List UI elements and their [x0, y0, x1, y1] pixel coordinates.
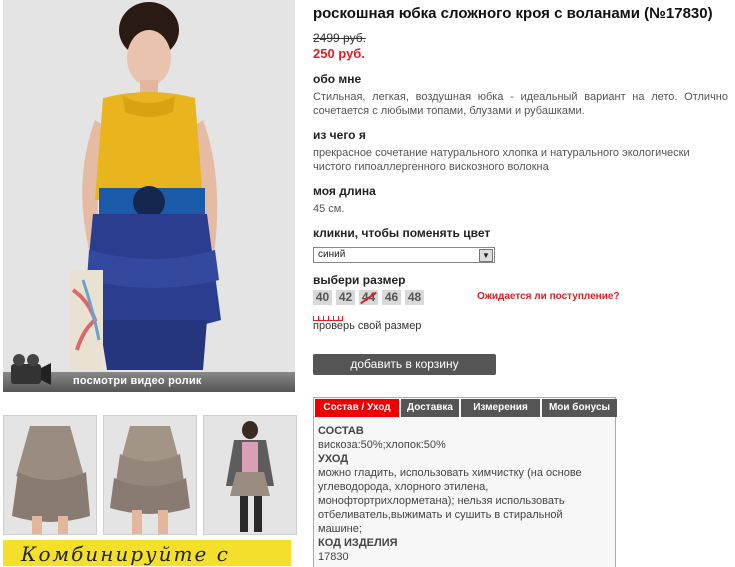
product-info-tabs: Состав / Уход Доставка Измерения Мои бон… — [313, 397, 617, 567]
tab-measurements[interactable]: Измерения — [461, 399, 540, 417]
size-heading: выбери размер — [313, 273, 406, 287]
product-title: роскошная юбка сложного кроя с воланами … — [313, 5, 713, 22]
current-price: 250 руб. — [313, 46, 365, 61]
size-option-46[interactable]: 46 — [382, 290, 401, 305]
tab-content: СОСТАВ вискоза:50%;хлопок:50% УХОД можно… — [318, 424, 608, 564]
watch-video-button[interactable]: посмотри видео ролик — [3, 354, 295, 392]
check-size-link[interactable]: проверь свой размер — [313, 320, 421, 332]
length-value: 45 см. — [313, 203, 345, 215]
length-heading: моя длина — [313, 184, 376, 198]
old-price: 2499 руб. — [313, 31, 366, 45]
size-option-44-unavailable: 44 — [359, 290, 378, 305]
thumbnail-3[interactable] — [203, 415, 297, 535]
color-heading: кликни, чтобы поменять цвет — [313, 226, 491, 240]
add-to-cart-button[interactable]: добавить в корзину — [313, 354, 496, 375]
promo-banner[interactable]: Комбинируйте с блузами — [3, 540, 291, 566]
composition-text: вискоза:50%;хлопок:50% — [318, 439, 446, 451]
skirt-thumbnail-image — [4, 416, 96, 534]
thumbnail-1[interactable] — [3, 415, 97, 535]
tab-bar: Состав / Уход Доставка Измерения Мои бон… — [315, 399, 617, 417]
size-options: 40 42 44 46 48 — [313, 290, 424, 305]
composition-heading: СОСТАВ — [318, 425, 364, 437]
size-option-48[interactable]: 48 — [405, 290, 424, 305]
restock-inquiry-link[interactable]: Ожидается ли поступление? — [477, 291, 620, 302]
model-illustration — [3, 0, 295, 392]
size-option-42[interactable]: 42 — [336, 290, 355, 305]
tab-composition-care[interactable]: Состав / Уход — [315, 399, 399, 417]
tab-bonuses[interactable]: Мои бонусы — [542, 399, 617, 417]
tab-delivery[interactable]: Доставка — [401, 399, 459, 417]
about-text: Стильная, легкая, воздушная юбка - идеал… — [313, 91, 728, 117]
watch-video-label: посмотри видео ролик — [73, 375, 202, 387]
about-heading: обо мне — [313, 72, 362, 86]
material-heading: из чего я — [313, 128, 366, 142]
care-heading: УХОД — [318, 453, 349, 465]
promo-text: Комбинируйте с блузами — [21, 542, 230, 566]
size-option-40[interactable]: 40 — [313, 290, 332, 305]
chevron-down-icon[interactable]: ▼ — [479, 249, 493, 262]
thumbnail-2[interactable] — [103, 415, 197, 535]
care-text: можно гладить, использовать химчистку (н… — [318, 467, 582, 535]
product-code-heading: КОД ИЗДЕЛИЯ — [318, 537, 398, 549]
product-code: 17830 — [318, 551, 349, 563]
material-text: прекрасное сочетание натурального хлопка… — [313, 147, 690, 173]
video-camera-icon — [11, 354, 51, 385]
product-photo[interactable] — [3, 0, 295, 392]
color-select[interactable]: синий ▼ — [313, 247, 495, 263]
outfit-thumbnail-image — [204, 416, 296, 534]
skirt-thumbnail-image — [104, 416, 196, 534]
color-select-value: синий — [318, 249, 346, 260]
